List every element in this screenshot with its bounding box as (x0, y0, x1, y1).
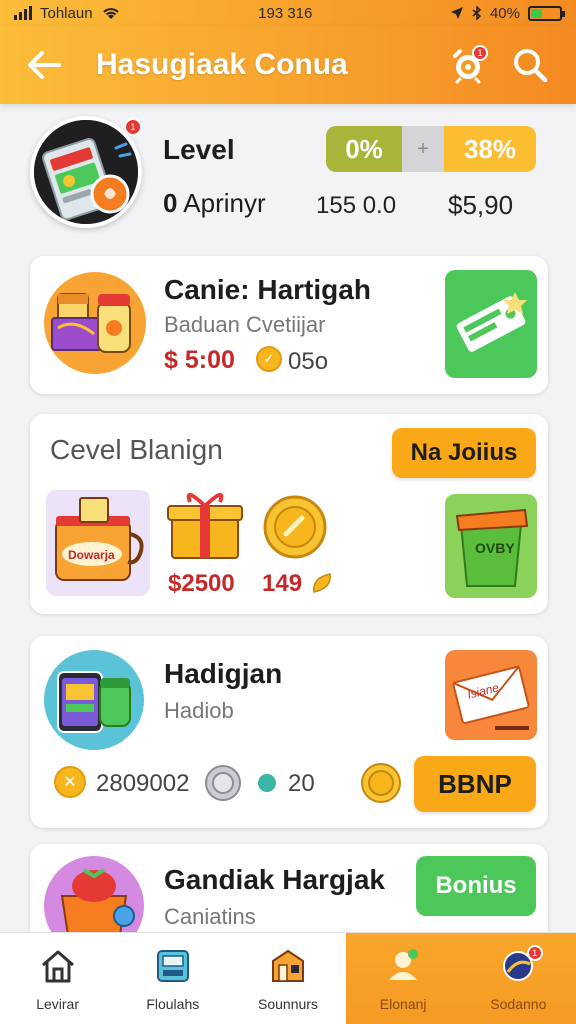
nav-item-planet[interactable]: 1 Sodanno (460, 933, 576, 1024)
gold-coin-small-icon (361, 763, 401, 803)
level-value-b: $5,90 (448, 190, 514, 220)
notifications-button[interactable]: 1 (444, 41, 492, 89)
nav-item-home[interactable]: Levirar (0, 933, 115, 1024)
nav-label-store: Sounnurs (258, 996, 318, 1012)
snack-illustration (44, 272, 146, 374)
page-title: Hasugiaak Conua (96, 48, 348, 81)
pill-right-value: 38% (444, 126, 536, 172)
mug-illustration: Dowarja (46, 490, 150, 596)
card1-price: $ 5:00 (164, 346, 235, 374)
silver-coin-icon (205, 765, 241, 801)
wifi-icon (102, 8, 119, 19)
status-time: 193 316 (258, 4, 313, 22)
card4-subtitle: Caniatins (164, 904, 256, 929)
level-title: Level (163, 134, 235, 165)
phone-app-illustration (34, 120, 138, 224)
card2-title: Cevel Blanign (50, 434, 223, 465)
snack-icon (51, 293, 131, 353)
avatar-badge: 1 (124, 118, 142, 136)
status-bar: Tohlaun 193 316 40% (0, 0, 576, 26)
bottom-navigation: Levirar Floulahs Sounnurs Elonanj 1 Soda… (0, 932, 576, 1024)
nav-item-profile[interactable]: Elonanj (345, 933, 461, 1024)
offer-card-2[interactable]: Cevel Blanign Na Joiius Dowarja $2500 14… (30, 414, 548, 614)
offer-card-4[interactable]: Gandiak Hargjak Caniatins Bonius (30, 844, 548, 956)
carrier-name: Tohlaun (40, 4, 93, 22)
mug-icon (55, 497, 144, 581)
card3-subtitle: Hadiob (164, 698, 234, 723)
notification-badge: 1 (472, 45, 488, 61)
leaf-coin-icon (313, 573, 331, 593)
card3-action-button[interactable]: BBNP (414, 756, 536, 812)
card4-bonus-button[interactable]: Bonius (416, 856, 536, 916)
profile-icon (383, 946, 423, 986)
progress-pill[interactable]: 0% + 38% (326, 126, 536, 172)
bag-button[interactable]: OVBY (445, 494, 537, 598)
gold-coin-icon (263, 495, 327, 559)
back-button[interactable] (22, 43, 66, 87)
nav-label-planet: Sodanno (490, 996, 547, 1012)
offer-card-3[interactable]: Hadigjan Hadiob Isiane ✕ 2809002 20 BBNP (30, 636, 548, 828)
card2-action-button[interactable]: Na Joiius (392, 428, 536, 478)
teal-dot-icon (258, 774, 276, 792)
inbox-icon (153, 946, 193, 986)
battery-icon (528, 5, 565, 21)
coin-x-icon: ✕ (54, 766, 86, 798)
level-subtitle-number: 0 (163, 188, 178, 218)
card3-title: Hadigjan (164, 658, 283, 689)
nav-item-store[interactable]: Sounnurs (230, 933, 345, 1024)
ticket-button[interactable] (445, 270, 537, 378)
nav-item-inbox[interactable]: Floulahs (115, 933, 230, 1024)
arrow-left-icon (28, 51, 61, 79)
level-value-a: 155 0.0 (316, 192, 397, 219)
pill-plus: + (402, 126, 444, 172)
signal-icon (14, 6, 32, 20)
ticket-icon (456, 292, 527, 352)
card1-title: Canie: Hartigah (164, 274, 371, 305)
nav-label-inbox: Floulahs (146, 996, 200, 1012)
pill-left-value: 0% (326, 126, 402, 172)
devices-illustration (44, 650, 144, 750)
coin-icon: ✓ (256, 346, 282, 372)
level-subtitle-text: Aprinyr (183, 188, 266, 218)
nav-badge: 1 (526, 945, 543, 961)
level-subtitle: 0 Aprinyr (163, 188, 266, 219)
card2-price: $2500 (168, 570, 235, 597)
level-section: 1 Level 0 Aprinyr 0% + 38% 155 0.0 $5,90 (0, 104, 576, 254)
tablet-icon (57, 671, 131, 733)
card2-count: 149 (262, 570, 303, 597)
bag-label: OVBY (475, 540, 515, 556)
store-icon (268, 946, 308, 986)
search-button[interactable] (506, 41, 554, 89)
home-icon (38, 946, 78, 986)
location-arrow-icon (450, 7, 463, 19)
card1-coin-value: 05o (288, 348, 329, 375)
card4-title: Gandiak Hargjak (164, 864, 385, 895)
bluetooth-icon (472, 6, 482, 20)
envelope-button[interactable]: Isiane (445, 650, 537, 740)
status-left: Tohlaun (14, 5, 121, 22)
battery-percent: 40% (489, 4, 520, 22)
search-icon (514, 49, 548, 83)
mug-label: Dowarja (68, 548, 115, 562)
app-bar: Hasugiaak Conua 1 (0, 26, 576, 104)
offer-card-1[interactable]: Canie: Hartigah Baduan Cvetiijar $ 5:00 … (30, 256, 548, 394)
card3-stat2: 20 (288, 770, 315, 797)
nav-label-home: Levirar (36, 996, 79, 1012)
card3-stat1: 2809002 (96, 770, 190, 797)
nav-label-profile: Elonanj (379, 996, 427, 1012)
card1-subtitle: Baduan Cvetiijar (164, 312, 326, 337)
gift-box-icon (167, 493, 243, 559)
status-right: 40% (450, 4, 565, 22)
